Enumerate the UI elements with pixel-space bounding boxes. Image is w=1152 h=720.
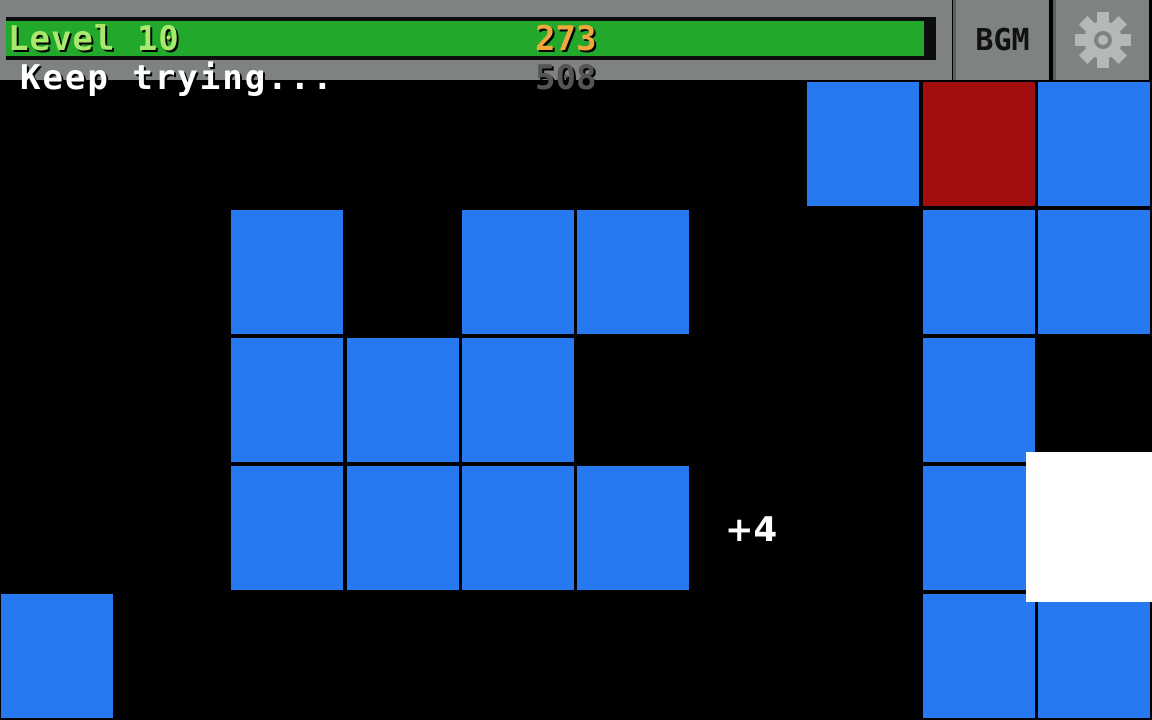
tile-blue[interactable] <box>922 338 1035 462</box>
tile-blue[interactable] <box>922 466 1035 590</box>
bgm-button[interactable]: BGM <box>953 0 1049 80</box>
tile-blue[interactable] <box>1037 594 1150 718</box>
target-score: 508 <box>535 58 597 98</box>
current-score: 273 <box>535 19 597 59</box>
hud-bar: Level 10 273 Keep trying... 508 <box>0 0 952 95</box>
tile-blue[interactable] <box>231 338 344 462</box>
game-board[interactable] <box>0 0 1152 720</box>
tile-blue[interactable] <box>461 466 574 590</box>
gear-icon <box>1074 12 1131 68</box>
tile-blue[interactable] <box>231 210 344 334</box>
tile-blue[interactable] <box>922 594 1035 718</box>
tile-blue[interactable] <box>231 466 344 590</box>
tile-blue[interactable] <box>346 338 459 462</box>
player-block[interactable] <box>1026 452 1152 602</box>
tile-blue[interactable] <box>1 594 113 718</box>
settings-button[interactable] <box>1053 0 1149 80</box>
level-label: Level 10 <box>8 19 180 59</box>
tile-blue[interactable] <box>922 210 1035 334</box>
tile-blue[interactable] <box>807 82 920 206</box>
tile-blue[interactable] <box>1037 82 1150 206</box>
bgm-label: BGM <box>975 22 1030 58</box>
bonus-popup: +4 <box>725 510 778 550</box>
tile-blue[interactable] <box>461 338 574 462</box>
tile-red[interactable] <box>922 82 1035 206</box>
tile-blue[interactable] <box>461 210 574 334</box>
tile-blue[interactable] <box>577 466 689 590</box>
status-text: Keep trying... <box>20 58 335 98</box>
tile-blue[interactable] <box>1037 210 1150 334</box>
tile-blue[interactable] <box>577 210 689 334</box>
tile-blue[interactable] <box>346 466 459 590</box>
